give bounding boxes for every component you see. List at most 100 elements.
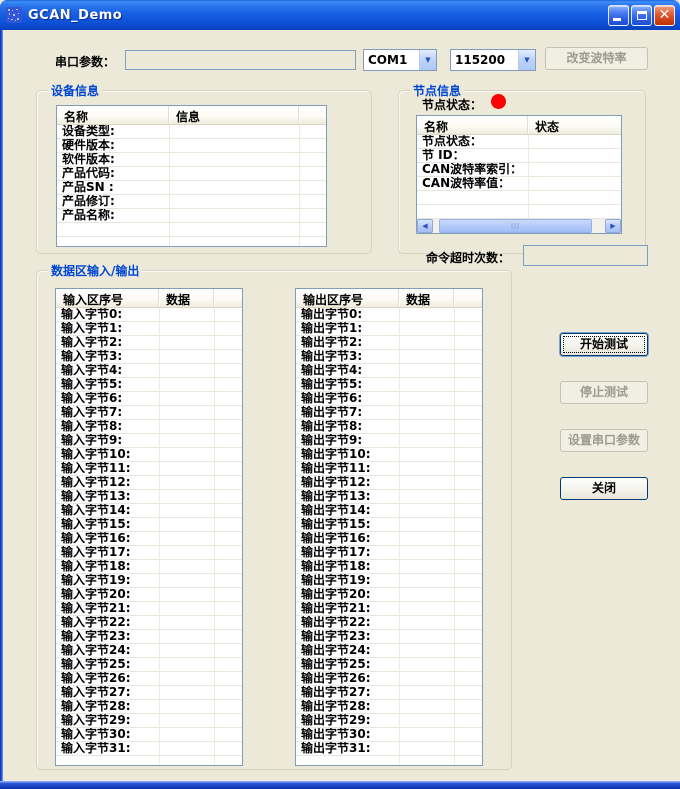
table-row[interactable]: 设备类型: — [57, 125, 326, 139]
action-button[interactable]: 开始测试 — [560, 333, 648, 356]
table-row[interactable]: 输出字节30: — [296, 728, 482, 742]
table-row[interactable]: 输入字节1: — [56, 322, 242, 336]
table-row[interactable]: 输出字节3: — [296, 350, 482, 364]
baud-combobox[interactable]: 115200 ▼ — [450, 49, 536, 71]
table-row[interactable]: 输出字节10: — [296, 448, 482, 462]
table-row[interactable]: 输入字节29: — [56, 714, 242, 728]
table-row[interactable]: 输入字节11: — [56, 462, 242, 476]
table-row[interactable]: 输入字节26: — [56, 672, 242, 686]
table-row[interactable]: 输入字节27: — [56, 686, 242, 700]
table-row[interactable]: 硬件版本: — [57, 139, 326, 153]
table-row[interactable]: 输入字节2: — [56, 336, 242, 350]
table-row[interactable]: 输入字节24: — [56, 644, 242, 658]
minimize-button[interactable] — [608, 5, 629, 26]
table-row[interactable]: 输入字节12: — [56, 476, 242, 490]
scrollbar-track[interactable] — [433, 219, 605, 233]
table-row[interactable]: 输入字节9: — [56, 434, 242, 448]
column-header-data[interactable]: 数据 — [159, 289, 214, 307]
table-row[interactable]: 输出字节14: — [296, 504, 482, 518]
table-row[interactable]: 输入字节7: — [56, 406, 242, 420]
column-header-data[interactable]: 数据 — [399, 289, 454, 307]
table-row[interactable]: 输出字节25: — [296, 658, 482, 672]
serial-params-input[interactable] — [125, 50, 356, 70]
table-row[interactable]: 输出字节17: — [296, 546, 482, 560]
table-row[interactable]: 输出字节2: — [296, 336, 482, 350]
table-row[interactable]: 输入字节20: — [56, 588, 242, 602]
scroll-right-button[interactable]: ▶ — [605, 219, 621, 233]
table-row[interactable]: 输入字节22: — [56, 616, 242, 630]
table-row[interactable]: 输入字节13: — [56, 490, 242, 504]
table-row[interactable]: 输出字节21: — [296, 602, 482, 616]
close-button[interactable]: ✕ — [654, 5, 675, 26]
chevron-down-icon[interactable]: ▼ — [518, 50, 535, 70]
titlebar[interactable]: GCAN_Demo ✕ — [0, 0, 680, 30]
table-row[interactable]: 输入字节17: — [56, 546, 242, 560]
table-row[interactable]: 输出字节24: — [296, 644, 482, 658]
table-row[interactable]: 节 ID： — [417, 149, 621, 163]
table-row[interactable]: 输入字节3: — [56, 350, 242, 364]
table-row[interactable]: 输出字节20: — [296, 588, 482, 602]
table-row[interactable]: 输入字节14: — [56, 504, 242, 518]
table-row[interactable]: 输入字节21: — [56, 602, 242, 616]
table-row[interactable]: 输出字节16: — [296, 532, 482, 546]
scrollbar-thumb[interactable] — [439, 219, 592, 233]
table-row[interactable]: 输入字节5: — [56, 378, 242, 392]
table-row[interactable]: CAN波特率索引： — [417, 163, 621, 177]
table-row[interactable]: 输入字节28: — [56, 700, 242, 714]
table-row[interactable]: 输入字节23: — [56, 630, 242, 644]
table-row[interactable]: 输入字节19: — [56, 574, 242, 588]
table-row[interactable]: 输入字节10: — [56, 448, 242, 462]
action-button[interactable]: 设置串口参数 — [560, 429, 648, 452]
table-row[interactable]: 产品名称: — [57, 209, 326, 223]
table-row[interactable]: 输入字节30: — [56, 728, 242, 742]
table-row[interactable]: 输入字节25: — [56, 658, 242, 672]
table-row[interactable]: 输出字节7: — [296, 406, 482, 420]
table-row[interactable]: 输出字节4: — [296, 364, 482, 378]
scroll-left-button[interactable]: ◀ — [417, 219, 433, 233]
column-header-output-index[interactable]: 输出区序号 — [296, 289, 399, 307]
table-row[interactable]: 输出字节12: — [296, 476, 482, 490]
table-row[interactable]: 输出字节0: — [296, 308, 482, 322]
table-row[interactable]: 输出字节9: — [296, 434, 482, 448]
table-row[interactable]: 输入字节16: — [56, 532, 242, 546]
table-row[interactable]: 输入字节8: — [56, 420, 242, 434]
table-row[interactable]: 输出字节5: — [296, 378, 482, 392]
change-baud-button[interactable]: 改变波特率 — [545, 47, 648, 70]
chevron-down-icon[interactable]: ▼ — [419, 50, 436, 70]
table-row[interactable]: 输入字节18: — [56, 560, 242, 574]
table-row[interactable]: 输入字节4: — [56, 364, 242, 378]
table-row[interactable]: 输出字节13: — [296, 490, 482, 504]
table-row[interactable]: 输出字节15: — [296, 518, 482, 532]
column-header-name[interactable]: 名称 — [57, 106, 169, 124]
table-row[interactable]: CAN波特率值： — [417, 177, 621, 191]
table-row[interactable]: 输出字节28: — [296, 700, 482, 714]
table-row[interactable]: 输出字节31: — [296, 742, 482, 756]
column-header-input-index[interactable]: 输入区序号 — [56, 289, 159, 307]
table-row[interactable]: 输出字节29: — [296, 714, 482, 728]
table-row[interactable]: 输出字节23: — [296, 630, 482, 644]
table-row[interactable]: 输入字节0: — [56, 308, 242, 322]
table-row[interactable]: 输入字节31: — [56, 742, 242, 756]
column-header-status[interactable]: 状态 — [528, 116, 621, 134]
table-row[interactable]: 产品代码: — [57, 167, 326, 181]
table-row[interactable]: 输出字节19: — [296, 574, 482, 588]
table-row[interactable]: 产品SN : — [57, 181, 326, 195]
action-button[interactable]: 停止测试 — [560, 381, 648, 404]
table-row[interactable]: 输出字节18: — [296, 560, 482, 574]
table-row[interactable]: 产品修订: — [57, 195, 326, 209]
table-row[interactable]: 输出字节22: — [296, 616, 482, 630]
maximize-button[interactable] — [631, 5, 652, 26]
port-combobox[interactable]: COM1 ▼ — [363, 49, 437, 71]
table-row[interactable]: 输出字节8: — [296, 420, 482, 434]
table-row[interactable]: 输出字节1: — [296, 322, 482, 336]
action-button[interactable]: 关闭 — [560, 477, 648, 500]
horizontal-scrollbar[interactable]: ◀ ▶ — [417, 219, 621, 233]
table-row[interactable]: 输出字节27: — [296, 686, 482, 700]
timeout-input[interactable] — [523, 245, 648, 266]
column-header-info[interactable]: 信息 — [169, 106, 299, 124]
table-row[interactable]: 输入字节15: — [56, 518, 242, 532]
table-row[interactable]: 节点状态： — [417, 135, 621, 149]
table-row[interactable]: 输出字节26: — [296, 672, 482, 686]
column-header-name[interactable]: 名称 — [417, 116, 528, 134]
table-row[interactable]: 软件版本: — [57, 153, 326, 167]
